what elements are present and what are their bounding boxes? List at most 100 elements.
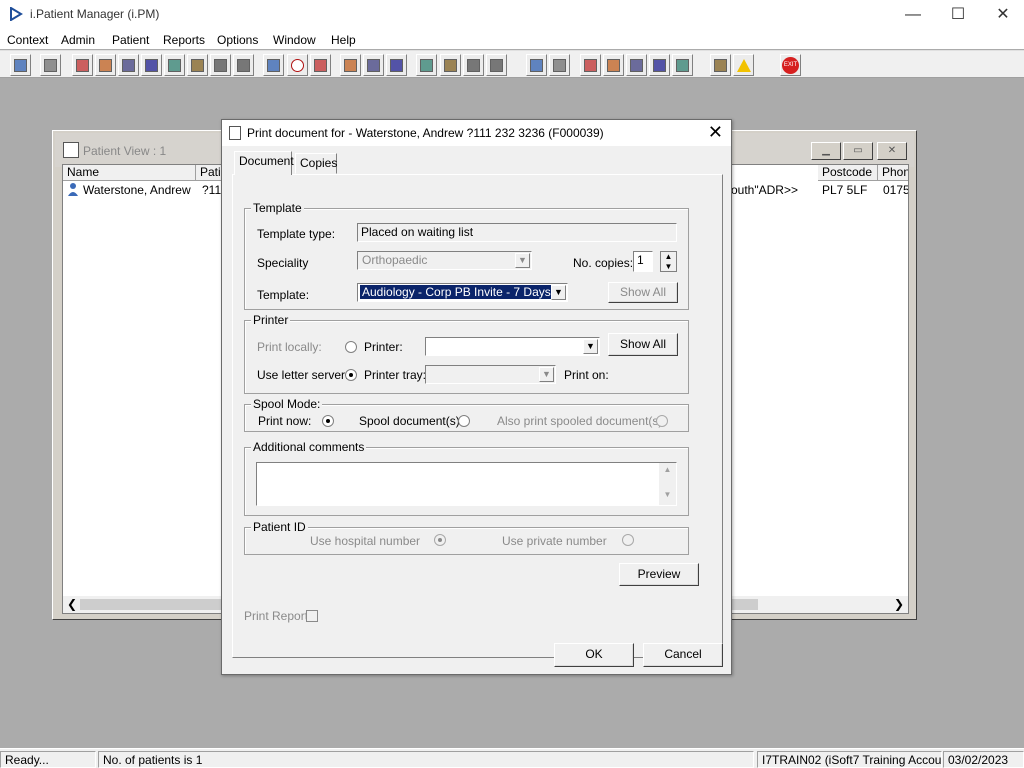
print-document-dialog: Print document for - Waterstone, Andrew …: [221, 119, 732, 675]
row-postcode[interactable]: PL7 5LF: [822, 182, 877, 198]
person-row-icon: [66, 182, 80, 198]
comments-legend: Additional comments: [251, 440, 367, 454]
ok-button[interactable]: OK: [554, 643, 634, 667]
chevron-down-icon[interactable]: ▼: [551, 285, 566, 300]
vehicle-icon[interactable]: [233, 54, 254, 76]
transfer-icon[interactable]: [710, 54, 731, 76]
column-header-name[interactable]: Name: [63, 165, 196, 181]
ambulance-icon[interactable]: [210, 54, 231, 76]
scroll-left-icon[interactable]: ❮: [67, 597, 77, 611]
copies-field[interactable]: 1: [633, 251, 653, 272]
check-green-icon[interactable]: [672, 54, 693, 76]
use-private-number-radio: [622, 534, 634, 546]
printer-small-icon[interactable]: [463, 54, 484, 76]
scroll-up-icon[interactable]: ▲: [659, 465, 676, 474]
dialog-close-icon[interactable]: ✕: [708, 122, 723, 142]
page-icon[interactable]: [526, 54, 547, 76]
book-icon[interactable]: [72, 54, 93, 76]
scroll-right-icon[interactable]: ❯: [894, 597, 904, 611]
printer-show-all-button[interactable]: Show All: [608, 333, 678, 356]
menubar: Context Admin Patient Reports Options Wi…: [0, 30, 1024, 49]
copies-spinner[interactable]: ▲ ▼: [660, 251, 677, 272]
spool-documents-label: Spool document(s): [359, 414, 460, 428]
report-icon[interactable]: [440, 54, 461, 76]
id-card-icon[interactable]: [340, 54, 361, 76]
spool-mode-group: Spool Mode: Print now: Spool document(s)…: [244, 397, 689, 432]
pv-restore-button[interactable]: ▭: [843, 142, 873, 160]
menu-window[interactable]: Window: [273, 33, 316, 47]
minimize-button[interactable]: —: [890, 3, 936, 27]
search-icon[interactable]: [263, 54, 284, 76]
chevron-down-icon[interactable]: ▼: [583, 339, 598, 354]
use-hospital-number-label: Use hospital number: [310, 534, 421, 548]
document-icon[interactable]: [416, 54, 437, 76]
warning-icon[interactable]: [733, 54, 754, 76]
menu-patient[interactable]: Patient: [112, 33, 149, 47]
clock-icon[interactable]: [287, 54, 308, 76]
exit-icon[interactable]: EXIT: [780, 54, 801, 76]
dialog-titlebar: Print document for - Waterstone, Andrew …: [222, 120, 731, 146]
edit-icon[interactable]: [95, 54, 116, 76]
list-icon[interactable]: [310, 54, 331, 76]
menu-reports[interactable]: Reports: [163, 33, 205, 47]
use-hospital-number-radio: [434, 534, 446, 546]
compass-icon[interactable]: [386, 54, 407, 76]
printer-icon[interactable]: [40, 54, 61, 76]
template-legend: Template: [251, 201, 304, 215]
close-button[interactable]: ✕: [980, 3, 1024, 27]
flag-icon[interactable]: [603, 54, 624, 76]
status-ready: Ready...: [0, 751, 96, 768]
tab-document[interactable]: Document: [234, 151, 294, 175]
comments-textarea[interactable]: ▲ ▼: [256, 462, 677, 506]
maximize-button[interactable]: ☐: [935, 3, 981, 27]
template-dropdown[interactable]: Audiology - Corp PB Invite - 7 Days ▼: [357, 283, 568, 302]
column-header-postcode[interactable]: Postcode: [818, 165, 878, 181]
print-locally-radio[interactable]: [345, 341, 357, 353]
tab-copies[interactable]: Copies: [295, 153, 337, 174]
notes-icon[interactable]: [187, 54, 208, 76]
menu-context[interactable]: Context: [7, 33, 48, 47]
m-icon[interactable]: [141, 54, 162, 76]
row-address[interactable]: outh"ADR>>: [731, 182, 817, 198]
column-header-phone[interactable]: Phon: [878, 165, 908, 181]
green-icon[interactable]: [649, 54, 670, 76]
globe-icon[interactable]: [580, 54, 601, 76]
template-type-label: Template type:: [257, 227, 336, 241]
menu-options[interactable]: Options: [217, 33, 258, 47]
use-private-number-label: Use private number: [502, 534, 607, 548]
chevron-down-icon: ▼: [515, 253, 530, 268]
row-name[interactable]: Waterstone, Andrew: [83, 182, 195, 198]
doctor-icon[interactable]: [164, 54, 185, 76]
cancel-button[interactable]: Cancel: [643, 643, 723, 667]
template-label: Template:: [257, 288, 310, 302]
spin-down-icon[interactable]: ▼: [661, 262, 676, 272]
pv-close-button[interactable]: ✕: [877, 142, 907, 160]
print-now-radio[interactable]: [322, 415, 334, 427]
menu-admin[interactable]: Admin: [61, 33, 95, 47]
printer-dropdown[interactable]: ▼: [425, 337, 600, 356]
form-icon[interactable]: [118, 54, 139, 76]
chevron-down-icon: ▼: [539, 367, 554, 382]
chart-icon[interactable]: [549, 54, 570, 76]
print-locally-label: Print locally:: [257, 340, 322, 354]
template-show-all-button[interactable]: Show All: [608, 282, 678, 303]
printer-label: Printer:: [364, 340, 403, 354]
use-letter-server-radio[interactable]: [345, 369, 357, 381]
printer-legend: Printer: [251, 313, 291, 327]
row-phone[interactable]: 0175: [883, 182, 908, 198]
scroll-down-icon[interactable]: ▼: [659, 490, 676, 499]
approve-icon[interactable]: [626, 54, 647, 76]
template-type-field: Placed on waiting list: [357, 223, 677, 242]
card-icon[interactable]: [363, 54, 384, 76]
status-account: I7TRAIN02 (iSoft7 Training Account): [757, 751, 942, 768]
speciality-dropdown: Orthopaedic ▼: [357, 251, 532, 270]
checklist-icon[interactable]: [486, 54, 507, 76]
spool-documents-radio[interactable]: [458, 415, 470, 427]
app-title-bar: i.Patient Manager (i.PM) — ☐ ✕: [0, 0, 1024, 30]
pv-minimize-button[interactable]: ▁: [811, 142, 841, 160]
menu-help[interactable]: Help: [331, 33, 356, 47]
comments-scrollbar[interactable]: ▲ ▼: [659, 463, 676, 505]
person-icon[interactable]: [10, 54, 31, 76]
spin-up-icon[interactable]: ▲: [661, 252, 676, 262]
preview-button[interactable]: Preview: [619, 563, 699, 586]
